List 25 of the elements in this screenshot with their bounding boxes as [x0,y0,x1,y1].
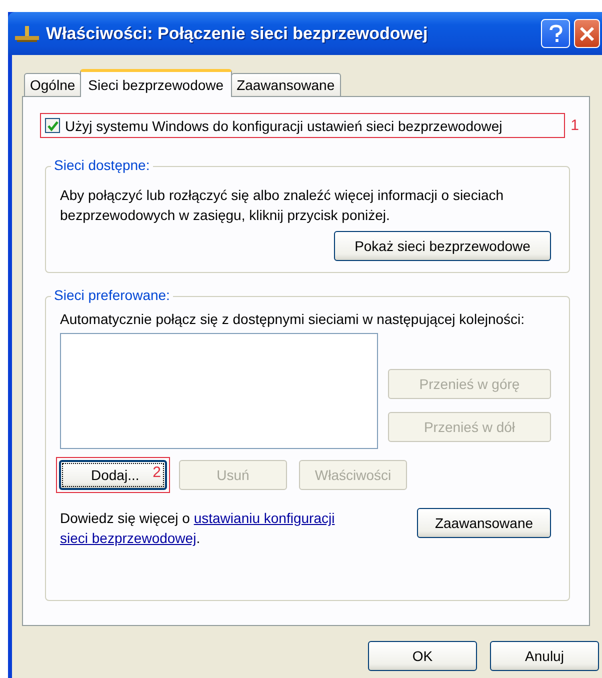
help-link[interactable]: ustawianiu konfiguracji [194,510,335,526]
help-link[interactable]: sieci bezprzewodowej [60,530,196,546]
tab[interactable]: Ogólne [24,73,82,96]
group-title: Sieci dostępne: [51,157,153,173]
network-list[interactable] [60,333,378,449]
tab[interactable]: Sieci bezprzewodowe [80,69,232,97]
help-icon [546,24,564,44]
group-title: Sieci preferowane: [51,287,173,303]
close-button[interactable] [574,19,600,48]
help-button[interactable] [541,19,570,48]
show-networks-button[interactable]: Pokaż sieci bezprzewodowe [334,231,551,261]
tab[interactable]: Zaawansowane [230,73,341,96]
network-plug-icon [14,24,40,42]
description-text: Automatycznie połącz się z dostępnymi sieciami w następującej kolejności: [60,310,526,329]
learn-more-text: Dowiedz się więcej o ustawianiu konfiguracji sieci bezprzewodowej. [60,509,335,548]
close-icon [579,26,595,42]
advanced-button[interactable]: Zaawansowane [417,508,551,538]
dialog-button[interactable]: OK [368,641,477,671]
checkbox[interactable] [45,118,60,133]
annotation-number: 2 [152,464,161,481]
dialog-button[interactable]: Anuluj [490,641,599,671]
annotation-number: 1 [570,117,579,134]
checkbox-label: Użyj systemu Windows do konfiguracji ustawień sieci bezprzewodowej [65,118,502,134]
description-text: Aby połączyć lub rozłączyć się albo znaleźć więcej informacji o sieciach bezprzewodowych w zasięgu, kliknij przycisk poniżej. [60,186,505,225]
window-title: Właściwości: Połączenie sieci bezprzewodowej [46,24,429,44]
